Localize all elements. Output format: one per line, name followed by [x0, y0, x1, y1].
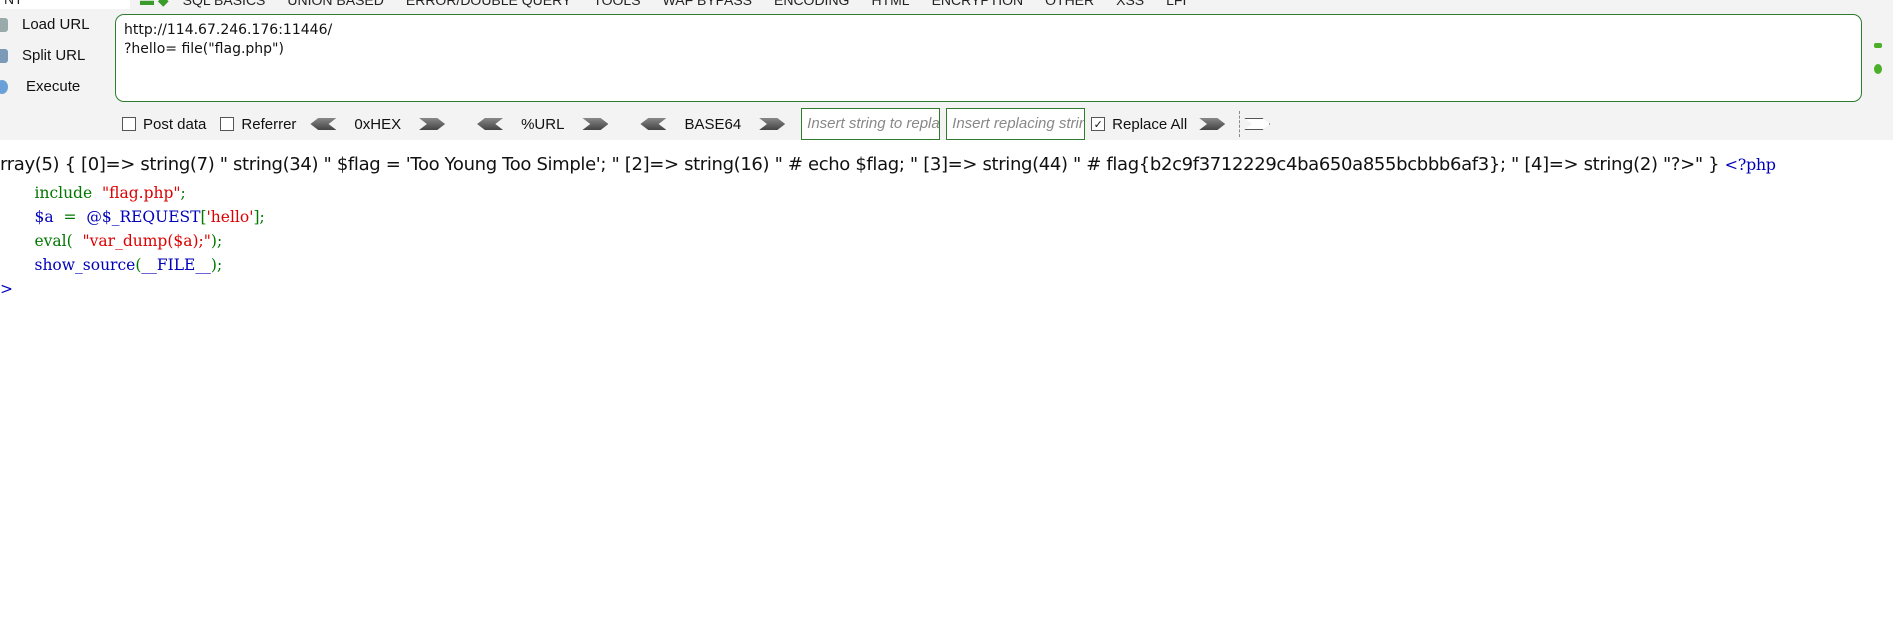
split-url-icon — [0, 48, 8, 63]
hex-decode-arrow-icon[interactable] — [310, 118, 337, 130]
url-encode-arrow-icon[interactable] — [582, 118, 609, 130]
post-data-label: Post data — [143, 115, 207, 133]
menu-left-field[interactable]: NT — [0, 0, 130, 9]
insert-string-input[interactable]: Insert string to replace — [801, 108, 941, 140]
load-url-label: Load URL — [22, 16, 90, 33]
menu-sql-basics[interactable]: SQL BASICS — [183, 0, 266, 8]
hex-encode-arrow-icon[interactable] — [419, 118, 446, 130]
replace-arrow-icon[interactable] — [1199, 118, 1226, 130]
menu-lfi[interactable]: LFI — [1166, 0, 1186, 8]
referrer-label: Referrer — [241, 115, 297, 133]
menu-toggle-icons[interactable]: ▬ ◆ — [140, 0, 169, 9]
load-url-icon — [0, 17, 8, 32]
var-dump-output: rray(5) { [0]=> string(7) " string(34) "… — [0, 154, 1720, 175]
separator — [1239, 111, 1241, 137]
base64-decode-arrow-icon[interactable] — [640, 118, 667, 130]
menu-other[interactable]: OTHER — [1045, 0, 1094, 8]
url-encode-label: %URL — [521, 115, 565, 133]
code-line: > — [0, 280, 13, 298]
execute-icon — [0, 79, 8, 94]
replacing-string-input[interactable]: Insert replacing string — [946, 108, 1086, 140]
code-line: $a = @$_REQUEST['hello']; — [34, 208, 265, 226]
execute-label: Execute — [26, 78, 81, 95]
replace-all-checkbox[interactable]: ✓ — [1091, 117, 1106, 131]
menu-tools[interactable]: TOOLS — [593, 0, 640, 8]
shrink-icon[interactable] — [1874, 43, 1882, 48]
menu-union-based[interactable]: UNION BASED — [287, 0, 383, 8]
post-data-checkbox[interactable] — [122, 117, 136, 131]
page-output: rray(5) { [0]=> string(7) " string(34) "… — [0, 154, 1776, 175]
load-url-button[interactable]: Load URL — [0, 16, 90, 33]
menu-html[interactable]: HTML — [871, 0, 909, 8]
hackbar-toolbar: NT ▬ ◆ SQL BASICS UNION BASED ERROR/DOUB… — [0, 0, 1893, 140]
code-line: show_source(__FILE__); — [34, 256, 223, 274]
code-line: eval( "var_dump($a);"); — [34, 232, 223, 250]
php-open-tag: <?php — [1724, 155, 1776, 174]
replace-next-arrow-icon[interactable] — [1244, 118, 1271, 130]
split-url-label: Split URL — [22, 47, 86, 64]
referrer-checkbox[interactable] — [220, 117, 235, 131]
url-decode-arrow-icon[interactable] — [477, 118, 504, 130]
base64-label: BASE64 — [684, 115, 742, 133]
url-textarea[interactable]: http://114.67.246.176:11446/ ?hello= fil… — [115, 14, 1862, 102]
source-code: include "flag.php"; $a = @$_REQUEST['hel… — [0, 181, 265, 301]
menu-encryption[interactable]: ENCRYPTION — [932, 0, 1024, 8]
menu-xss[interactable]: XSS — [1116, 0, 1144, 8]
execute-button[interactable]: Execute — [0, 78, 80, 95]
menu-encoding[interactable]: ENCODING — [774, 0, 849, 8]
options-row: Post data Referrer 0xHEX %URL BASE64 Ins… — [122, 108, 1280, 140]
base64-encode-arrow-icon[interactable] — [759, 118, 786, 130]
split-url-button[interactable]: Split URL — [0, 47, 85, 64]
code-line: include "flag.php"; — [34, 184, 186, 202]
menu-bar: NT ▬ ◆ SQL BASICS UNION BASED ERROR/DOUB… — [0, 0, 1208, 9]
expand-icon[interactable] — [1874, 64, 1882, 74]
replace-all-label: Replace All — [1112, 115, 1188, 133]
menu-error-double-query[interactable]: ERROR/DOUBLE QUERY — [406, 0, 571, 8]
menu-waf-bypass[interactable]: WAF BYPASS — [663, 0, 752, 8]
hex-label: 0xHEX — [354, 115, 402, 133]
